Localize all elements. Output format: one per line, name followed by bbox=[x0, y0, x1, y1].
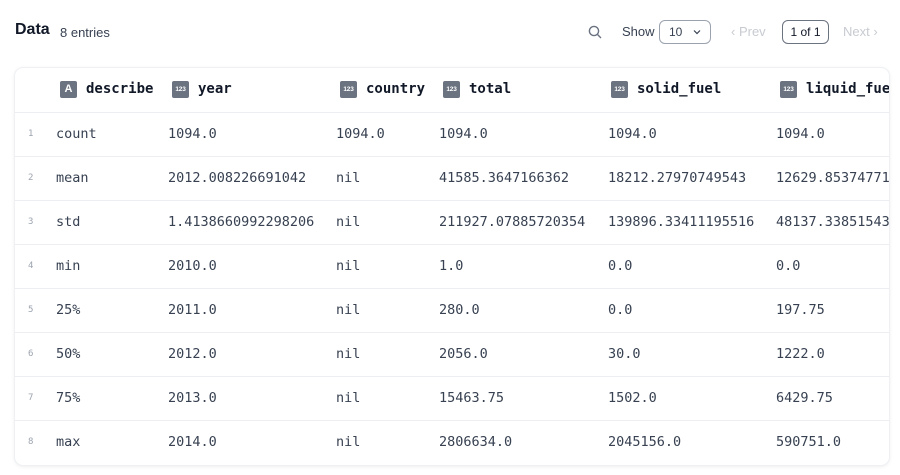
prev-page-button[interactable]: ‹ Prev bbox=[731, 24, 766, 39]
table-cell: 280.0 bbox=[439, 302, 480, 318]
table-cell: nil bbox=[336, 390, 361, 406]
number-type-icon: 123 bbox=[443, 81, 460, 98]
table-row: 2 mean 2012.008226691042 nil 41585.36471… bbox=[15, 157, 889, 201]
table-cell: 1502.0 bbox=[608, 390, 657, 406]
table-cell: std bbox=[56, 214, 81, 230]
table-cell: 1222.0 bbox=[776, 346, 825, 362]
table-cell: min bbox=[56, 258, 81, 274]
table-cell: 1.4138660992298206 bbox=[168, 214, 315, 230]
number-type-icon: 123 bbox=[172, 81, 189, 98]
table-row: 4 min 2010.0 nil 1.0 0.0 0.0 bbox=[15, 245, 889, 289]
table-cell: 2012.008226691042 bbox=[168, 170, 307, 186]
page-indicator: 1 of 1 bbox=[782, 20, 829, 44]
table-row: 7 75% 2013.0 nil 15463.75 1502.0 6429.75 bbox=[15, 377, 889, 421]
table-row: 1 count 1094.0 1094.0 1094.0 1094.0 1094… bbox=[15, 113, 889, 157]
data-table: A describe 123 year 123 country 123 tota… bbox=[15, 68, 889, 465]
table-cell: 211927.07885720354 bbox=[439, 214, 586, 230]
table-cell: 1094.0 bbox=[776, 126, 825, 142]
show-label: Show bbox=[622, 24, 655, 39]
row-index: 4 bbox=[28, 261, 34, 271]
table-cell: 590751.0 bbox=[776, 434, 842, 450]
table-row: 3 std 1.4138660992298206 nil 211927.0788… bbox=[15, 201, 889, 245]
table-cell: 0.0 bbox=[776, 258, 801, 274]
number-type-icon: 123 bbox=[340, 81, 357, 98]
table-cell: 0.0 bbox=[608, 258, 633, 274]
column-header-liquid-fuel[interactable]: liquid_fuel bbox=[806, 81, 889, 97]
table-cell: 0.0 bbox=[608, 302, 633, 318]
table-cell: 2014.0 bbox=[168, 434, 217, 450]
number-type-icon: 123 bbox=[780, 81, 797, 98]
table-cell: 197.75 bbox=[776, 302, 825, 318]
table-cell: 48137.33851543 bbox=[776, 214, 889, 230]
row-index: 8 bbox=[28, 437, 34, 447]
table-cell: mean bbox=[56, 170, 89, 186]
table-cell: 1094.0 bbox=[439, 126, 488, 142]
table-cell: 2012.0 bbox=[168, 346, 217, 362]
table-cell: nil bbox=[336, 170, 361, 186]
table-cell: 1.0 bbox=[439, 258, 464, 274]
table-row: 8 max 2014.0 nil 2806634.0 2045156.0 590… bbox=[15, 421, 889, 465]
table-cell: nil bbox=[336, 434, 361, 450]
table-cell: nil bbox=[336, 302, 361, 318]
table-cell: nil bbox=[336, 258, 361, 274]
row-index: 7 bbox=[28, 393, 34, 403]
table-cell: 25% bbox=[56, 302, 81, 318]
column-header-solid-fuel[interactable]: solid_fuel bbox=[637, 81, 721, 97]
table-cell: nil bbox=[336, 214, 361, 230]
table-cell: 75% bbox=[56, 390, 81, 406]
table-cell: 30.0 bbox=[608, 346, 641, 362]
row-index: 2 bbox=[28, 173, 34, 183]
row-index: 1 bbox=[28, 129, 34, 139]
table-row: 6 50% 2012.0 nil 2056.0 30.0 1222.0 bbox=[15, 333, 889, 377]
column-header-year[interactable]: year bbox=[198, 81, 232, 97]
column-header-country[interactable]: country bbox=[366, 81, 425, 97]
table-cell: 50% bbox=[56, 346, 81, 362]
table-cell: 2045156.0 bbox=[608, 434, 682, 450]
table-cell: count bbox=[56, 126, 97, 142]
page-size-value: 10 bbox=[669, 25, 683, 39]
table-cell: 1094.0 bbox=[336, 126, 385, 142]
table-cell: 2011.0 bbox=[168, 302, 217, 318]
table-header-row: A describe 123 year 123 country 123 tota… bbox=[15, 68, 889, 113]
table-cell: 2056.0 bbox=[439, 346, 488, 362]
table-toolbar: Data 8 entries Show 10 ‹ Prev 1 of 1 Nex… bbox=[0, 0, 900, 64]
text-type-icon: A bbox=[60, 81, 77, 98]
row-index: 6 bbox=[28, 349, 34, 359]
table-cell: 2806634.0 bbox=[439, 434, 513, 450]
entry-count: 8 entries bbox=[60, 25, 110, 40]
number-type-icon: 123 bbox=[611, 81, 628, 98]
table-row: 5 25% 2011.0 nil 280.0 0.0 197.75 bbox=[15, 289, 889, 333]
table-cell: 6429.75 bbox=[776, 390, 833, 406]
column-header-total[interactable]: total bbox=[469, 81, 511, 97]
table-cell: 41585.3647166362 bbox=[439, 170, 570, 186]
search-icon[interactable] bbox=[587, 24, 603, 40]
table-cell: 15463.75 bbox=[439, 390, 505, 406]
row-index: 3 bbox=[28, 217, 34, 227]
next-page-button[interactable]: Next › bbox=[843, 24, 878, 39]
table-cell: 2013.0 bbox=[168, 390, 217, 406]
table-cell: 12629.853747714808 bbox=[776, 170, 889, 186]
table-cell: 1094.0 bbox=[168, 126, 217, 142]
column-header-describe[interactable]: describe bbox=[86, 81, 153, 97]
table-cell: 2010.0 bbox=[168, 258, 217, 274]
page-title: Data bbox=[15, 21, 50, 38]
row-index: 5 bbox=[28, 305, 34, 315]
table-cell: 139896.33411195516 bbox=[608, 214, 755, 230]
table-cell: nil bbox=[336, 346, 361, 362]
page-size-select[interactable]: 10 bbox=[659, 20, 711, 44]
chevron-down-icon bbox=[693, 30, 701, 35]
table-cell: 1094.0 bbox=[608, 126, 657, 142]
table-cell: 18212.27970749543 bbox=[608, 170, 747, 186]
table-cell: max bbox=[56, 434, 81, 450]
